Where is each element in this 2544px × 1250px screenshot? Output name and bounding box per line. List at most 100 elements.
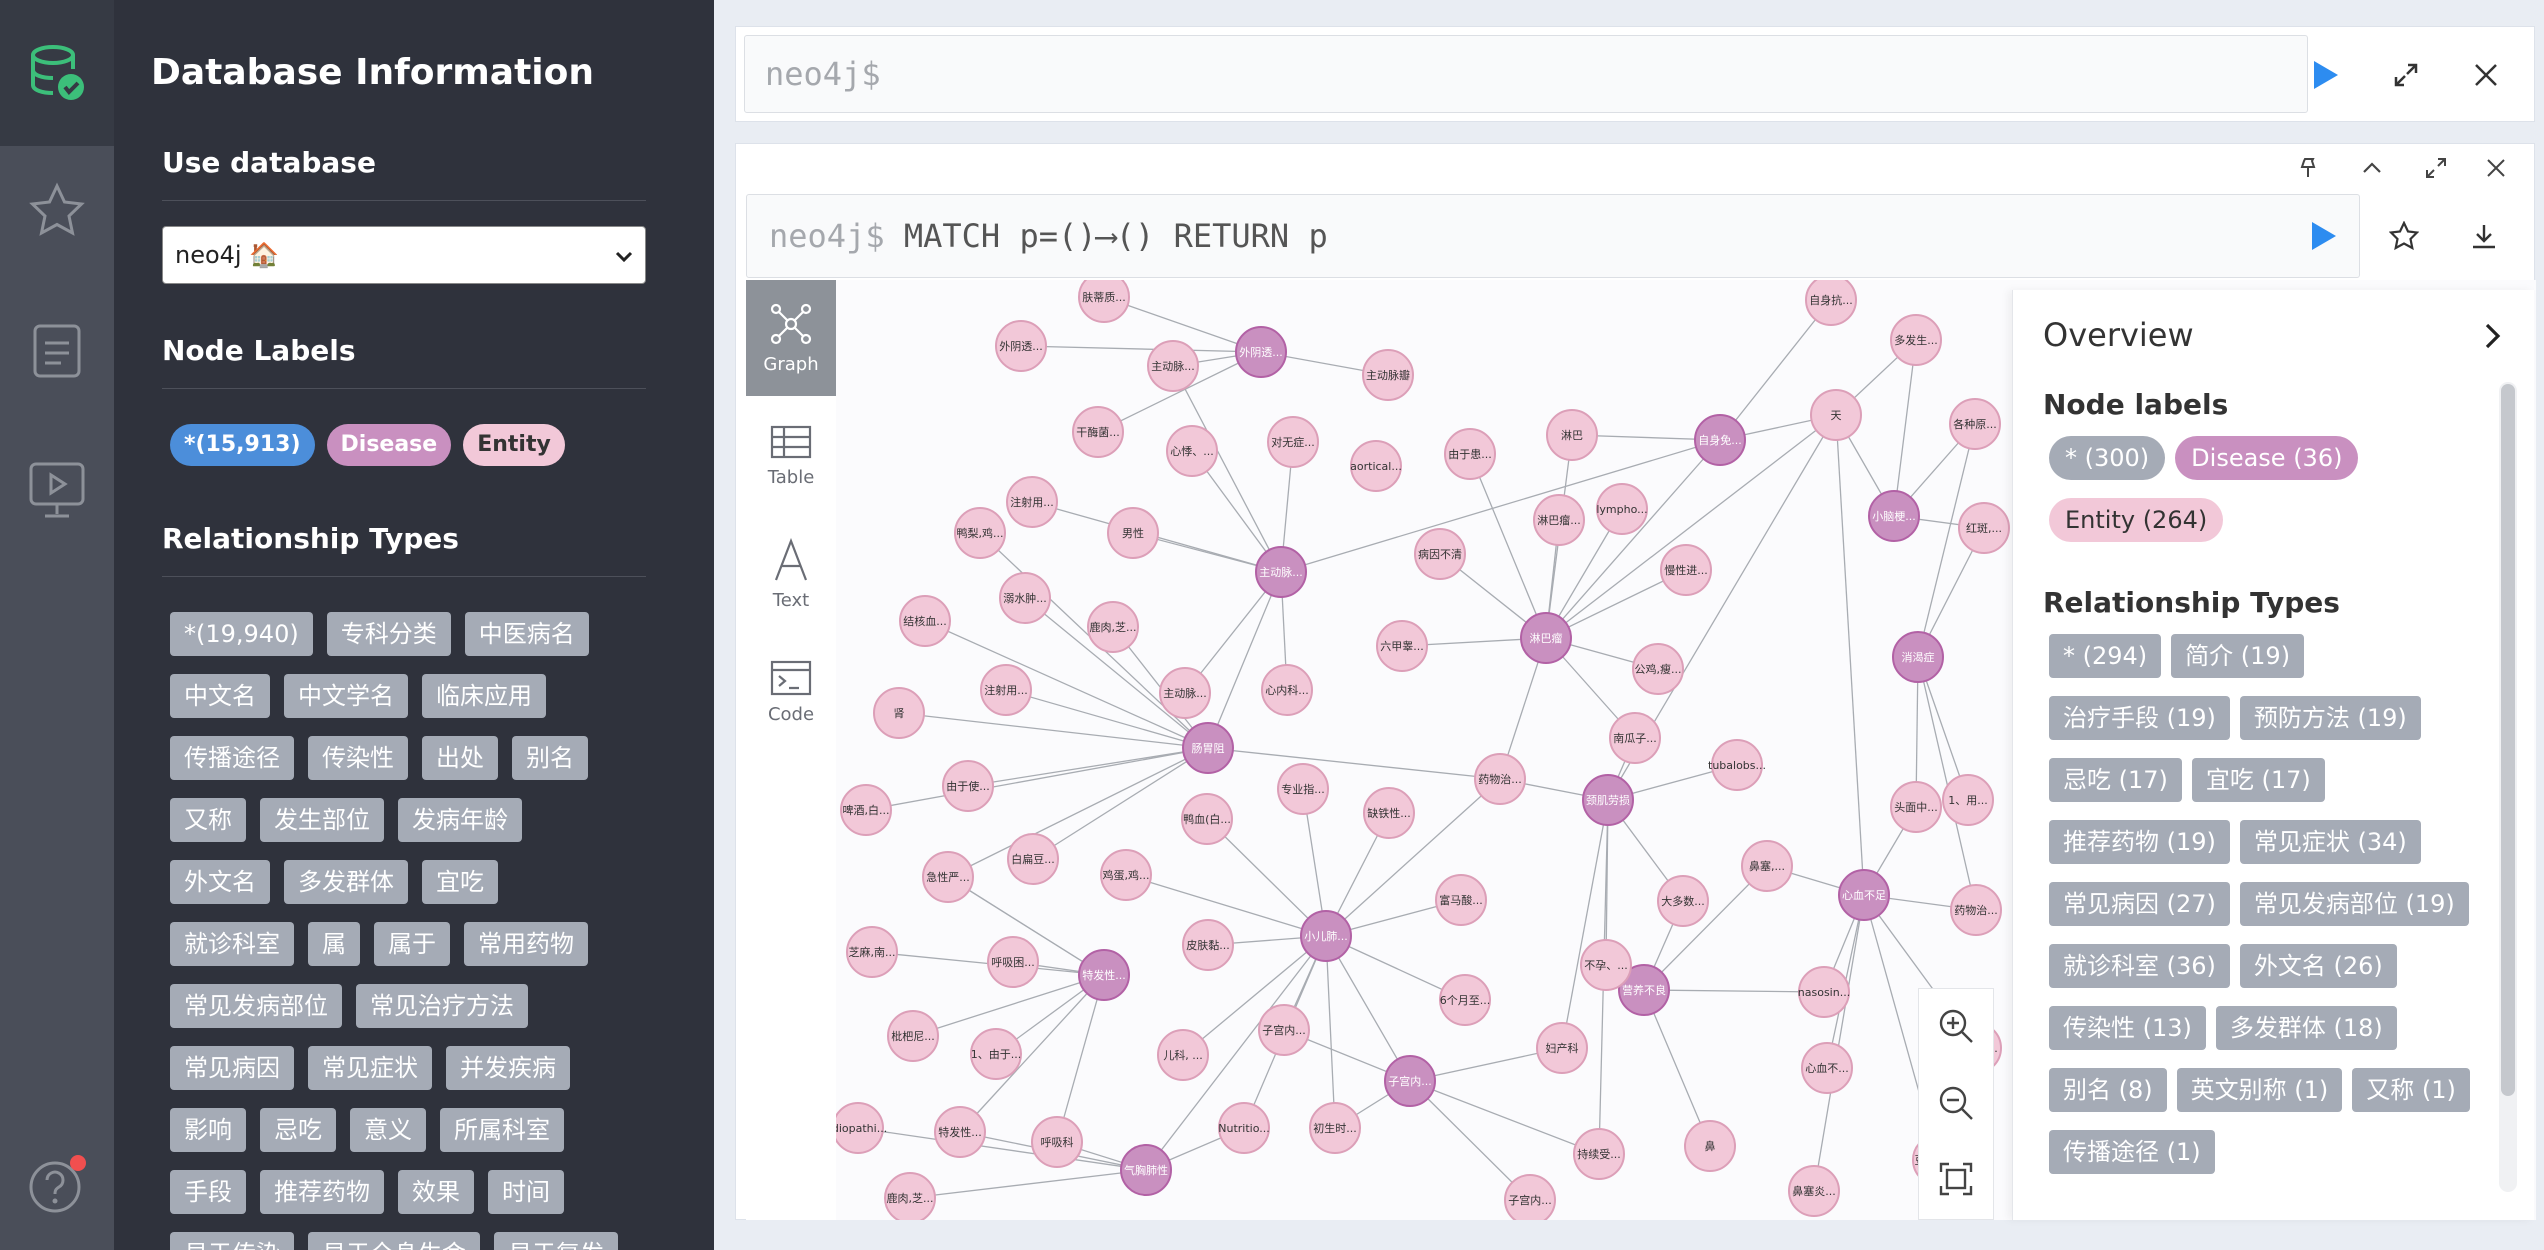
entity-node[interactable]: 心内科... xyxy=(1261,664,1313,716)
overview-relationship-tag[interactable]: 就诊科室 (36) xyxy=(2049,944,2230,988)
relationship-type-tag[interactable]: 并发疾病 xyxy=(446,1046,570,1090)
relationship-type-tag[interactable]: 推荐药物 xyxy=(260,1170,384,1214)
disease-node[interactable]: 肠胃阻 xyxy=(1182,722,1234,774)
entity-node[interactable]: 鸡蛋,鸡... xyxy=(1100,849,1152,901)
collapse-overview-chevron-icon[interactable] xyxy=(2473,316,2513,356)
graph-relationship[interactable] xyxy=(1469,453,1547,639)
relationship-type-tag[interactable]: 又称 xyxy=(170,798,246,842)
entity-node[interactable]: nasosin... xyxy=(1798,966,1850,1018)
entity-node[interactable]: 鸭血(白... xyxy=(1181,793,1233,845)
overview-relationship-tag[interactable]: * (294) xyxy=(2049,634,2162,678)
pin-frame-icon[interactable] xyxy=(2288,148,2328,188)
overview-relationship-tag[interactable]: 常见症状 (34) xyxy=(2239,820,2421,864)
entity-node[interactable]: aortical... xyxy=(1350,440,1402,492)
zoom-out-icon[interactable] xyxy=(1937,1084,1975,1126)
relationship-type-tag[interactable]: 易于传染 xyxy=(170,1232,294,1250)
graph-relationship[interactable] xyxy=(1207,571,1282,749)
relationship-type-tag[interactable]: 宜吃 xyxy=(422,860,498,904)
relationship-type-tag[interactable]: 所属科室 xyxy=(440,1108,564,1152)
overview-relationship-tag[interactable]: 别名 (8) xyxy=(2049,1068,2167,1112)
graph-relationship[interactable] xyxy=(1207,747,1501,780)
tab-code[interactable]: Code xyxy=(746,634,836,750)
overview-relationship-tag[interactable]: 预防方法 (19) xyxy=(2239,696,2421,740)
entity-node[interactable]: 专业指... xyxy=(1277,763,1329,815)
entity-node[interactable]: 对无症... xyxy=(1267,416,1319,468)
entity-node[interactable]: 缺铁性... xyxy=(1363,787,1415,839)
query-editor[interactable]: neo4j$ MATCH p=()⟶() RETURN p xyxy=(746,194,2360,278)
entity-node[interactable]: 鼻 xyxy=(1684,1120,1736,1172)
entity-node[interactable]: idiopathi... xyxy=(836,1102,887,1154)
entity-node[interactable]: 各种原... xyxy=(1949,398,2001,450)
entity-node[interactable]: 自身抗... xyxy=(1805,280,1857,326)
overview-scrollbar-track[interactable] xyxy=(2499,382,2517,1192)
entity-node[interactable]: 枇杷尼... xyxy=(887,1010,939,1062)
overview-relationship-tag[interactable]: 常见病因 (27) xyxy=(2049,882,2230,926)
relationship-type-tag[interactable]: 常用药物 xyxy=(464,922,588,966)
entity-node[interactable]: 初生时... xyxy=(1309,1102,1361,1154)
overview-node-label-pill[interactable]: Entity (264) xyxy=(2049,498,2224,542)
graph-relationship[interactable] xyxy=(1643,865,1768,991)
relationship-type-tag[interactable]: 属于 xyxy=(374,922,450,966)
overview-node-label-pill[interactable]: * (300) xyxy=(2049,436,2166,480)
entity-node[interactable]: 头面中... xyxy=(1890,781,1942,833)
tab-table[interactable]: Table xyxy=(746,398,836,514)
graph-relationship[interactable] xyxy=(1893,339,1917,517)
graph-relationship[interactable] xyxy=(898,712,1209,749)
entity-node[interactable]: 天 xyxy=(1810,389,1862,441)
relationship-type-tag[interactable]: 易于全身生命 xyxy=(308,1232,480,1250)
entity-node[interactable]: 药物治... xyxy=(1950,884,2002,936)
entity-node[interactable]: 1、由于... xyxy=(970,1028,1022,1080)
graph-relationship[interactable] xyxy=(967,747,1209,787)
entity-node[interactable]: 心悸、... xyxy=(1166,425,1218,477)
entity-node[interactable]: 由于患... xyxy=(1444,428,1496,480)
relationship-type-tag[interactable]: 别名 xyxy=(512,736,588,780)
overview-relationship-tag[interactable]: 推荐药物 (19) xyxy=(2049,820,2230,864)
overview-relationship-tag[interactable]: 传染性 (13) xyxy=(2049,1006,2206,1050)
graph-relationship[interactable] xyxy=(1020,345,1262,353)
entity-node[interactable]: 红斑,... xyxy=(1958,502,2010,554)
relationship-type-tag[interactable]: 中文名 xyxy=(170,674,270,718)
relationship-type-tag[interactable]: 中医病名 xyxy=(464,612,589,656)
graph-relationship[interactable] xyxy=(1835,414,1865,896)
entity-node[interactable]: 呼吸科 xyxy=(1031,1116,1083,1168)
fit-to-screen-icon[interactable] xyxy=(1938,1161,1974,1201)
relationship-type-tag[interactable]: 常见病因 xyxy=(170,1046,294,1090)
graph-relationship[interactable] xyxy=(947,747,1209,878)
entity-node[interactable]: 溺水肿... xyxy=(999,572,1051,624)
entity-node[interactable]: Nutritio... xyxy=(1218,1102,1270,1154)
entity-node[interactable]: 鸭梨,鸡... xyxy=(954,507,1006,559)
relationship-type-tag[interactable]: 常见治疗方法 xyxy=(356,984,528,1028)
disease-node[interactable]: 心血不足 xyxy=(1838,869,1890,921)
entity-node[interactable]: 外阴透... xyxy=(995,320,1047,372)
overview-relationship-tag[interactable]: 忌吃 (17) xyxy=(2049,758,2182,802)
overview-relationship-tag[interactable]: 多发群体 (18) xyxy=(2215,1006,2397,1050)
relationship-type-tag[interactable]: 常见症状 xyxy=(308,1046,432,1090)
relationship-type-tag[interactable]: 临床应用 xyxy=(422,674,546,718)
relationship-type-tag[interactable]: 中文学名 xyxy=(284,674,408,718)
database-icon[interactable] xyxy=(0,0,114,146)
overview-scrollbar-thumb[interactable] xyxy=(2501,384,2515,1096)
overview-relationship-tag[interactable]: 传播途径 (1) xyxy=(2049,1130,2215,1174)
relationship-type-tag[interactable]: 出处 xyxy=(422,736,498,780)
entity-node[interactable]: 慢性进... xyxy=(1660,544,1712,596)
relationship-type-tag[interactable]: *(19,940) xyxy=(170,612,313,656)
overview-relationship-tag[interactable]: 又称 (1) xyxy=(2352,1068,2470,1112)
entity-node[interactable]: 特发性... xyxy=(934,1106,986,1158)
entity-node[interactable]: 子宫内... xyxy=(1258,1004,1310,1056)
help-icon[interactable] xyxy=(22,1150,92,1220)
guides-play-icon[interactable] xyxy=(22,456,92,526)
disease-node[interactable]: 消渴症 xyxy=(1892,631,1944,683)
relationship-type-tag[interactable]: 发生部位 xyxy=(260,798,384,842)
entity-node[interactable]: 大多数... xyxy=(1657,875,1709,927)
relationship-type-tag[interactable]: 易于复发 xyxy=(494,1232,618,1250)
graph-relationship[interactable] xyxy=(1032,747,1209,860)
overview-relationship-tag[interactable]: 常见发病部位 (19) xyxy=(2239,882,2469,926)
entity-node[interactable]: 心血不... xyxy=(1801,1042,1853,1094)
relationship-type-tag[interactable]: 忌吃 xyxy=(260,1108,336,1152)
entity-node[interactable]: 主动脉... xyxy=(1147,340,1199,392)
entity-node[interactable]: 南瓜子... xyxy=(1609,712,1661,764)
entity-node[interactable]: tubalobs... xyxy=(1708,739,1766,791)
run-query-button[interactable] xyxy=(2304,55,2344,95)
entity-node[interactable]: 注射用... xyxy=(1006,476,1058,528)
relationship-type-tag[interactable]: 时间 xyxy=(488,1170,564,1214)
